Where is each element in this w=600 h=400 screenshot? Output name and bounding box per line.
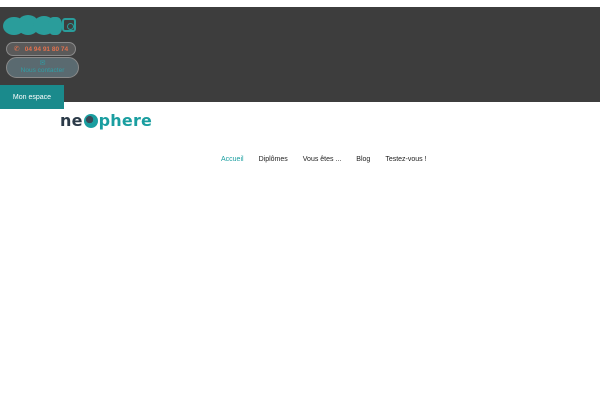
phone-icon: ✆ — [13, 46, 20, 53]
envelope-icon: ✉ — [39, 60, 46, 67]
globe-logo-icon — [83, 114, 98, 128]
linkedin-icon[interactable] — [48, 17, 62, 35]
social-links — [3, 15, 77, 35]
nav-item-blog[interactable]: Blog — [356, 156, 370, 166]
nav-item-diplomes[interactable]: Diplômes — [259, 156, 288, 166]
site-logo[interactable]: ne phere — [60, 110, 152, 130]
instagram-icon[interactable] — [62, 18, 76, 32]
top-strip — [0, 0, 600, 7]
mon-espace-label: Mon espace — [12, 93, 52, 101]
contact-label: Nous contacter — [20, 67, 65, 74]
nav-item-vous-etes[interactable]: Vous êtes ... — [303, 156, 342, 166]
phone-button[interactable]: ✆ 04 94 91 80 74 — [6, 42, 76, 56]
logo-text-start: ne — [60, 110, 83, 130]
contact-button[interactable]: ✉ Nous contacter — [6, 57, 79, 78]
nav-item-accueil[interactable]: Accueil — [221, 156, 244, 166]
logo-text-end: phere — [98, 110, 153, 130]
mon-espace-button[interactable]: Mon espace — [0, 85, 64, 109]
top-bar: ✆ 04 94 91 80 74 ✉ Nous contacter Mon es… — [0, 7, 600, 109]
phone-number: 04 94 91 80 74 — [24, 45, 69, 53]
main-nav: Accueil Diplômes Vous êtes ... Blog Test… — [221, 156, 427, 166]
nav-item-testez-vous[interactable]: Testez-vous ! — [385, 156, 426, 166]
